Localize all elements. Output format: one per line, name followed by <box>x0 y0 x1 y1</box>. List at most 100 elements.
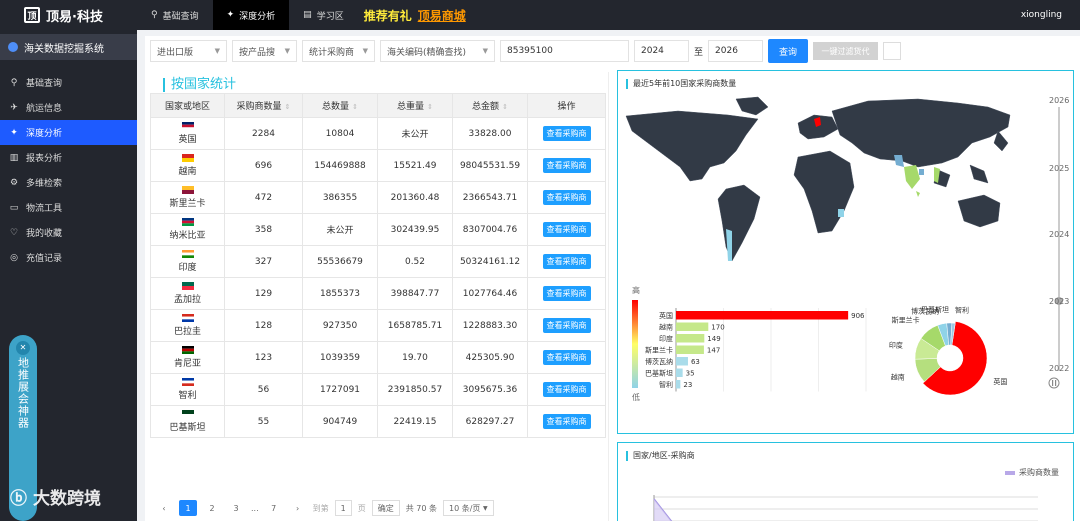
page-size-select[interactable]: 10 条/页 ▼ <box>443 500 494 516</box>
col-weight[interactable]: 总重量 ⇕ <box>377 93 453 118</box>
view-buyers-button[interactable]: 查看采购商 <box>542 286 591 301</box>
code-type-select[interactable]: 海关编码(精确查找) ▼ <box>380 40 495 62</box>
bar-value-label: 147 <box>707 347 720 355</box>
promo-mall-link[interactable]: 顶易商城 <box>418 7 466 24</box>
sidebar-item-logistics[interactable]: ▭ 物流工具 <box>0 195 137 220</box>
table-row: 斯里兰卡 472 386355 201360.48 2366543.71 查看采… <box>150 181 606 214</box>
bar[interactable] <box>676 322 709 332</box>
total-count: 共 70 条 <box>405 503 437 513</box>
close-icon[interactable]: ✕ <box>16 341 30 355</box>
bar[interactable] <box>676 334 705 343</box>
goto-confirm-button[interactable]: 确定 <box>371 500 400 516</box>
chevron-down-icon: ▼ <box>284 47 290 55</box>
bar[interactable] <box>676 368 683 378</box>
bar[interactable] <box>676 380 681 389</box>
timeline-year[interactable]: 2026 <box>1049 96 1069 105</box>
sidebar-item-deep-analysis[interactable]: ✦ 深度分析 <box>0 120 137 145</box>
hs-code-input[interactable]: 85395100 <box>500 40 629 62</box>
pause-bar <box>1052 380 1054 386</box>
cell-quantity: 10804 <box>302 117 378 150</box>
chevron-down-icon: ▼ <box>482 504 488 512</box>
expo-tool-label: 地推展会神器 <box>16 357 30 429</box>
main-content: 进出口版 ▼ 按产品搜 ▼ 统计采购商 ▼ 海关编码(精确查找) ▼ 85395100 … <box>145 36 1080 521</box>
next-page-icon[interactable]: › <box>289 500 307 516</box>
sort-icon[interactable]: ⇕ <box>502 103 508 111</box>
product-mode-select[interactable]: 按产品搜 ▼ <box>232 40 297 62</box>
sort-icon[interactable]: ⇕ <box>285 103 291 111</box>
bar[interactable] <box>676 357 688 366</box>
cell-quantity: 1727091 <box>302 373 378 406</box>
view-buyers-button[interactable]: 查看采购商 <box>542 222 591 237</box>
brand-logo[interactable]: 顶 顶易·科技 <box>0 0 137 30</box>
trade-type-select[interactable]: 进出口版 ▼ <box>150 40 227 62</box>
sidebar-item-favorites[interactable]: ♡ 我的收藏 <box>0 220 137 245</box>
sidebar-item-shipping[interactable]: ✈ 航运信息 <box>0 95 137 120</box>
page-ellipsis: ... <box>251 503 259 513</box>
forwarder-toggle[interactable] <box>883 42 902 60</box>
sort-icon[interactable]: ⇕ <box>352 103 358 111</box>
topnav-study[interactable]: ▤ 学习区 <box>289 0 358 30</box>
cell-action: 查看采购商 <box>527 149 606 182</box>
stat-type-select[interactable]: 统计采购商 ▼ <box>302 40 375 62</box>
view-buyers-button[interactable]: 查看采购商 <box>542 158 591 173</box>
sidebar-item-report[interactable]: ▥ 报表分析 <box>0 145 137 170</box>
col-amount[interactable]: 总金额 ⇕ <box>452 93 528 118</box>
cell-buyers: 327 <box>224 245 303 278</box>
view-buyers-button[interactable]: 查看采购商 <box>542 350 591 365</box>
view-buyers-button[interactable]: 查看采购商 <box>542 318 591 333</box>
flag-icon <box>181 378 194 386</box>
map-country-india[interactable] <box>904 165 920 189</box>
promo-referral-link[interactable]: 推荐有礼 <box>364 7 412 24</box>
map-country-srilanka[interactable] <box>916 191 920 197</box>
flag-icon <box>181 154 194 162</box>
system-title[interactable]: 海关数据挖掘系统 <box>0 34 137 60</box>
col-buyers[interactable]: 采购商数量 ⇕ <box>224 93 303 118</box>
map-country-botswana[interactable] <box>838 209 844 217</box>
cell-buyers: 55 <box>224 405 303 438</box>
page-7[interactable]: 7 <box>265 500 283 516</box>
sidebar-item-multi-search[interactable]: ⚙ 多维检索 <box>0 170 137 195</box>
pie-label: 英国 <box>993 377 1007 386</box>
topnav-deep-analysis[interactable]: ✦ 深度分析 <box>212 0 290 30</box>
timeline-year[interactable]: 2025 <box>1049 164 1069 173</box>
pause-bar <box>1055 380 1057 386</box>
filter-forwarder-button[interactable]: 一键过滤货代 <box>813 42 879 60</box>
bar[interactable] <box>676 311 849 320</box>
view-buyers-button[interactable]: 查看采购商 <box>542 190 591 205</box>
cell-amount: 1027764.46 <box>452 277 528 310</box>
timeline-year[interactable]: 2022 <box>1049 364 1069 373</box>
topnav-basic-query[interactable]: ⚲ 基础查询 <box>137 0 213 30</box>
page-3[interactable]: 3 <box>227 500 245 516</box>
flag-icon <box>181 250 194 258</box>
view-buyers-button[interactable]: 查看采购商 <box>542 414 591 429</box>
bar[interactable] <box>676 345 704 355</box>
pie-chart: 英国越南印度斯里兰卡博茨瓦纳巴基斯坦 智利 <box>889 305 1007 396</box>
timeline-year[interactable]: 2024 <box>1049 230 1069 239</box>
sort-icon[interactable]: ⇕ <box>427 103 433 111</box>
map-country-bangladesh[interactable] <box>919 169 924 175</box>
cell-country: 孟加拉 <box>150 277 225 310</box>
col-quantity[interactable]: 总数量 ⇕ <box>302 93 378 118</box>
year-from-input[interactable]: 2024 <box>634 40 689 62</box>
cell-action: 查看采购商 <box>527 373 606 406</box>
page-1[interactable]: 1 <box>179 500 197 516</box>
view-buyers-button[interactable]: 查看采购商 <box>542 254 591 269</box>
page-2[interactable]: 2 <box>203 500 221 516</box>
cell-country: 印度 <box>150 245 225 278</box>
timeline-year[interactable]: 2023 <box>1049 297 1069 306</box>
sidebar-item-recharge[interactable]: ◎ 充值记录 <box>0 245 137 270</box>
user-menu[interactable]: xiongling <box>1021 10 1062 20</box>
truck-icon: ▭ <box>9 202 19 213</box>
view-buyers-button[interactable]: 查看采购商 <box>542 126 591 141</box>
pause-icon[interactable] <box>1048 377 1060 389</box>
cell-buyers: 2284 <box>224 117 303 150</box>
query-button[interactable]: 查询 <box>768 39 809 63</box>
view-buyers-button[interactable]: 查看采购商 <box>542 382 591 397</box>
table-row: 巴基斯坦 55 904749 22419.15 628297.27 查看采购商 <box>150 405 606 438</box>
sidebar-item-basic-query[interactable]: ⚲ 基础查询 <box>0 70 137 95</box>
goto-page-input[interactable]: 1 <box>334 500 352 516</box>
year-to-input[interactable]: 2026 <box>708 40 764 62</box>
cell-buyers: 696 <box>224 149 303 182</box>
prev-page-icon[interactable]: ‹ <box>155 500 173 516</box>
visual-map-legend[interactable] <box>632 300 638 388</box>
